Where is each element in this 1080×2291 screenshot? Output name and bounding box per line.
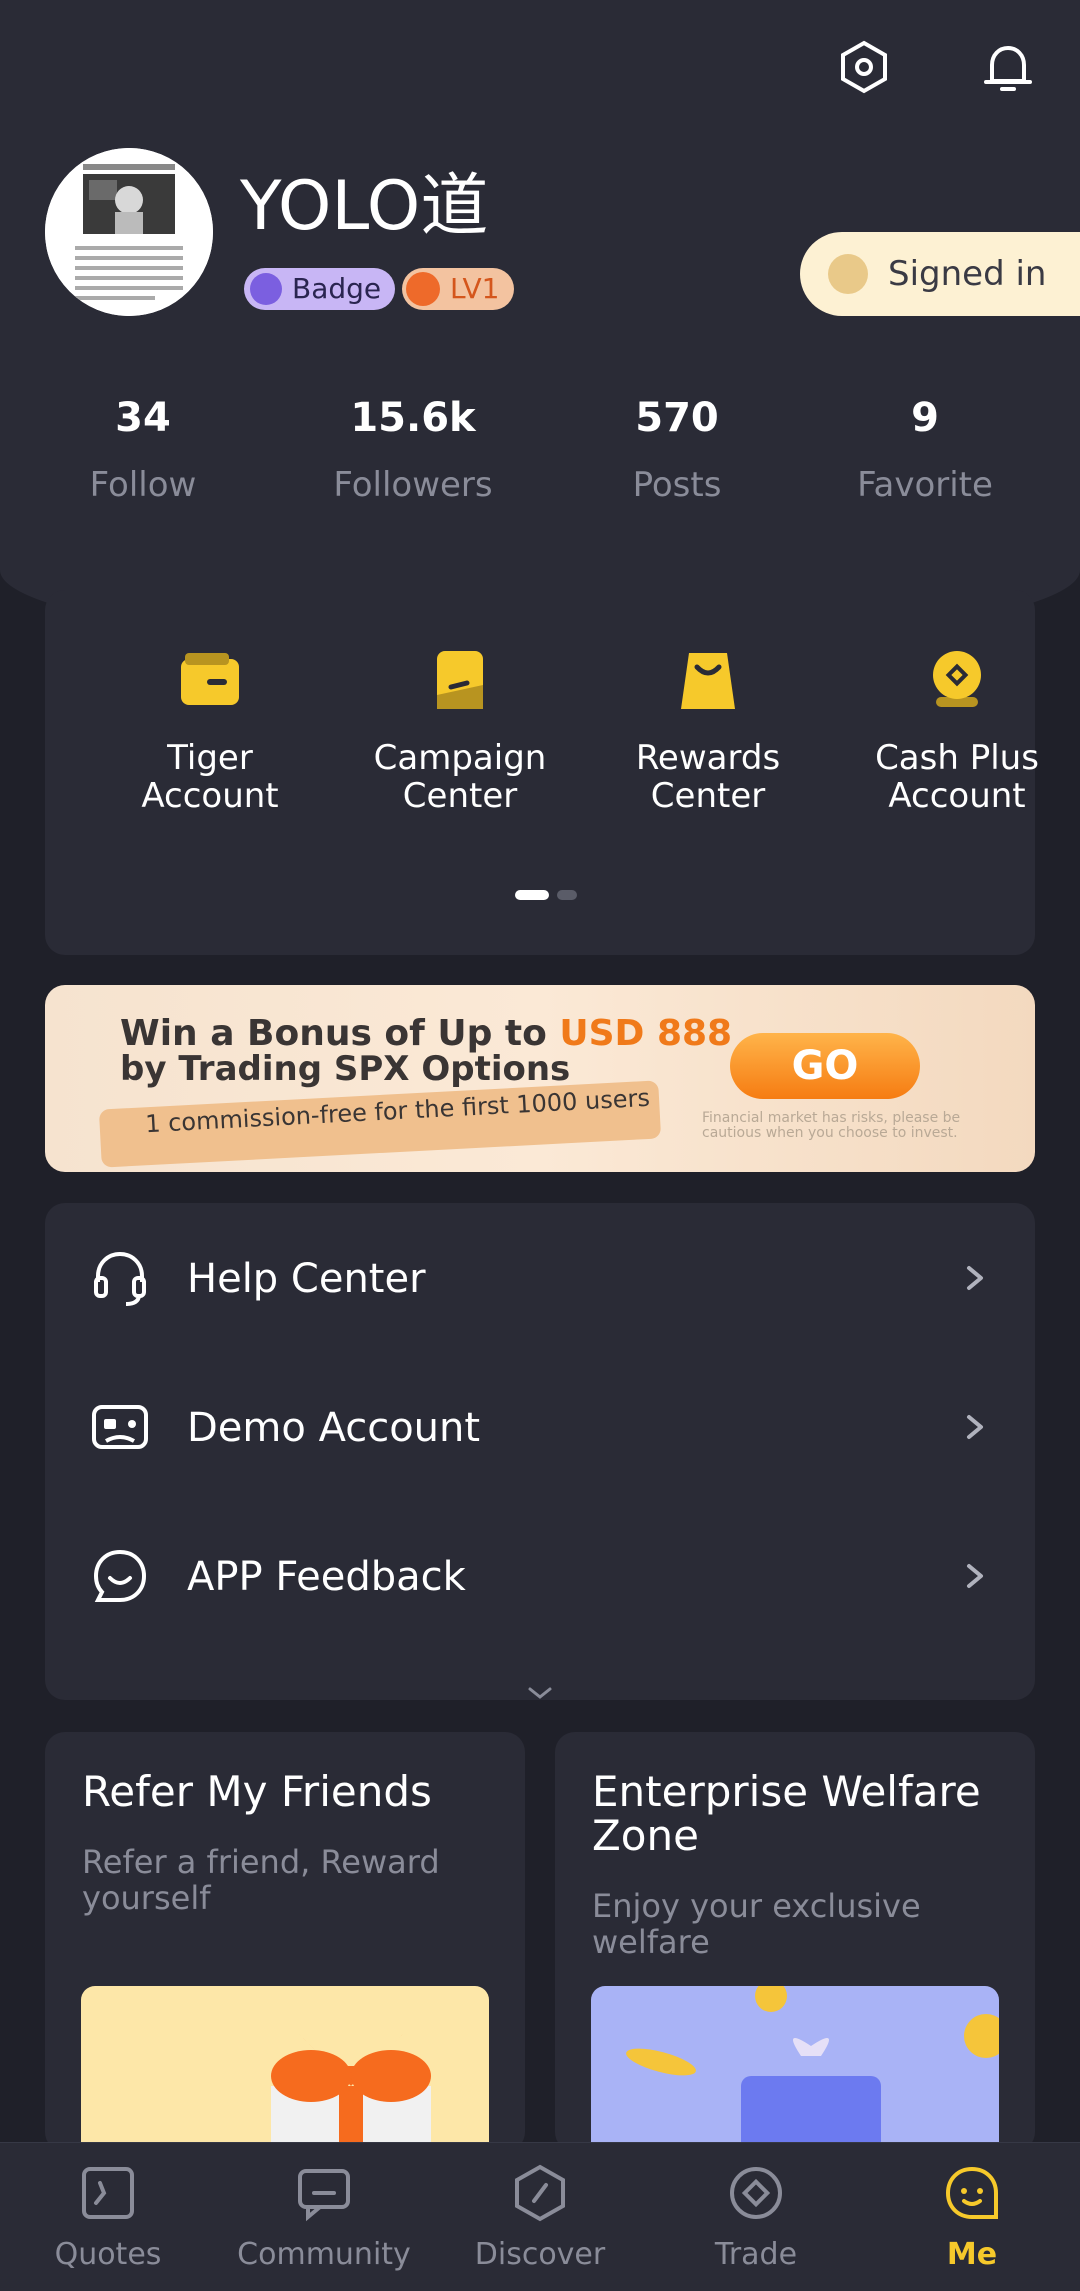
- smile-chat-icon: [93, 1549, 147, 1602]
- page-indicator-active-dot: [515, 890, 549, 900]
- tab-discover[interactable]: Discover: [432, 2143, 648, 2291]
- welfare-illustration: [591, 1980, 1008, 2152]
- username: YOLO道: [240, 167, 489, 246]
- menu-item-label: Help Center: [187, 1256, 426, 1302]
- signin-button[interactable]: Signed in: [800, 232, 1080, 316]
- stat-followers[interactable]: 15.6k Followers: [313, 395, 513, 505]
- tab-community[interactable]: Community: [216, 2143, 432, 2291]
- shortcut-label-line1: Rewards: [635, 738, 781, 778]
- stat-posts[interactable]: 570 Posts: [577, 395, 777, 505]
- stat-follow[interactable]: 34 Follow: [43, 395, 243, 505]
- menu-item-help-center[interactable]: Help Center: [45, 1218, 1035, 1338]
- page-indicator-dot: [557, 890, 577, 900]
- compass-icon: [515, 2164, 565, 2222]
- face-icon: [945, 2166, 998, 2219]
- shortcut-label-line2: Center: [402, 776, 518, 816]
- tab-label: Quotes: [54, 2237, 162, 2272]
- promo-banner[interactable]: Win a Bonus of Up to USD 888 by Trading …: [45, 985, 1035, 1172]
- tab-label: Discover: [474, 2237, 606, 2272]
- bottom-tab-bar: Quotes Community Discover Trade Me: [0, 2142, 1080, 2291]
- promo-card-refer-friends[interactable]: Refer My Friends Refer a friend, Reward …: [45, 1732, 525, 2152]
- profile-header-background: [0, 0, 1080, 650]
- shortcut-label-line1: Campaign: [373, 738, 547, 778]
- tab-me[interactable]: Me: [864, 2143, 1080, 2291]
- chevron-right-icon: [967, 1266, 983, 1290]
- headset-icon: [94, 1251, 146, 1306]
- stat-value: 9: [911, 395, 939, 441]
- chevron-right-icon: [967, 1415, 983, 1439]
- chevron-down-icon[interactable]: [520, 1685, 560, 1705]
- stat-label: Follow: [89, 465, 197, 505]
- banner-subheadline: by Trading SPX Options: [120, 1049, 571, 1089]
- star-coin-icon: [828, 254, 868, 294]
- notification-bell-icon[interactable]: [973, 32, 1043, 102]
- shortcut-label-line2: Center: [650, 776, 766, 816]
- level-triangle-icon: [406, 272, 440, 306]
- shortcut-tiger-account[interactable]: Tiger Account: [85, 645, 335, 815]
- level-pill[interactable]: LV1: [402, 268, 514, 310]
- shortcut-label-line2: Account: [888, 776, 1026, 816]
- avatar[interactable]: [45, 148, 213, 316]
- stat-label: Followers: [333, 465, 493, 505]
- gift-illustration: [81, 1986, 489, 2152]
- shortcut-label-line1: Cash Plus: [875, 738, 1039, 778]
- chevron-right-icon: [967, 1564, 983, 1588]
- wallet-icon: [181, 653, 239, 705]
- banner-headline-highlight: USD 888: [559, 1013, 733, 1054]
- promo-card-enterprise-welfare[interactable]: Enterprise Welfare Zone Enjoy your exclu…: [555, 1732, 1035, 2152]
- trade-icon: [730, 2167, 782, 2219]
- shortcut-label-line2: Account: [141, 776, 279, 816]
- tab-label: Trade: [714, 2237, 798, 2272]
- menu-item-app-feedback[interactable]: APP Feedback: [45, 1516, 1035, 1636]
- promo-subtitle: Refer a friend, Reward yourself: [82, 1843, 440, 1917]
- gamepad-icon: [92, 1405, 148, 1449]
- shortcuts-card: Tiger Account Campaign Center Rewards Ce…: [45, 590, 1039, 955]
- banner-headline-prefix: Win a Bonus of Up to: [120, 1013, 560, 1054]
- badge-label: Badge: [292, 272, 382, 305]
- risk-disclaimer: Financial market has risks, please be ca…: [702, 1110, 961, 1141]
- chart-icon: [82, 2167, 134, 2219]
- promo-title: Refer My Friends: [82, 1767, 432, 1816]
- stat-label: Posts: [632, 465, 722, 505]
- tab-trade[interactable]: Trade: [648, 2143, 864, 2291]
- stat-label: Favorite: [857, 465, 993, 505]
- menu-item-label: Demo Account: [187, 1405, 481, 1451]
- flag-icon: [437, 651, 483, 709]
- signin-label: Signed in: [888, 254, 1047, 294]
- stat-value: 15.6k: [350, 395, 476, 441]
- badge-star-icon: [250, 273, 282, 305]
- promo-subtitle: Enjoy your exclusive welfare: [592, 1887, 921, 1961]
- go-button[interactable]: GO: [730, 1033, 920, 1099]
- coin-icon: [933, 651, 981, 707]
- settings-icon[interactable]: [829, 32, 899, 102]
- tab-quotes[interactable]: Quotes: [0, 2143, 216, 2291]
- menu-item-label: APP Feedback: [187, 1554, 466, 1600]
- shortcut-cash-plus-account[interactable]: Cash Plus Account: [832, 645, 1080, 815]
- chat-icon: [298, 2169, 350, 2222]
- tab-label: Me: [946, 2237, 998, 2272]
- stat-value: 34: [115, 395, 171, 441]
- shortcut-rewards-center[interactable]: Rewards Center: [583, 645, 833, 815]
- shortcut-campaign-center[interactable]: Campaign Center: [335, 645, 585, 815]
- banner-headline: Win a Bonus of Up to USD 888: [120, 1013, 732, 1054]
- menu-item-demo-account[interactable]: Demo Account: [45, 1367, 1035, 1487]
- shopping-bag-icon: [681, 653, 735, 709]
- badge-pill[interactable]: Badge: [244, 268, 396, 310]
- shortcut-label-line1: Tiger: [167, 738, 253, 778]
- stat-favorite[interactable]: 9 Favorite: [825, 395, 1025, 505]
- menu-card: Help Center Demo Account APP Feedback: [45, 1203, 1035, 1700]
- level-label: LV1: [450, 272, 500, 305]
- tab-label: Community: [237, 2237, 411, 2272]
- stat-value: 570: [635, 395, 719, 441]
- promo-title: Enterprise Welfare Zone: [592, 1767, 981, 1860]
